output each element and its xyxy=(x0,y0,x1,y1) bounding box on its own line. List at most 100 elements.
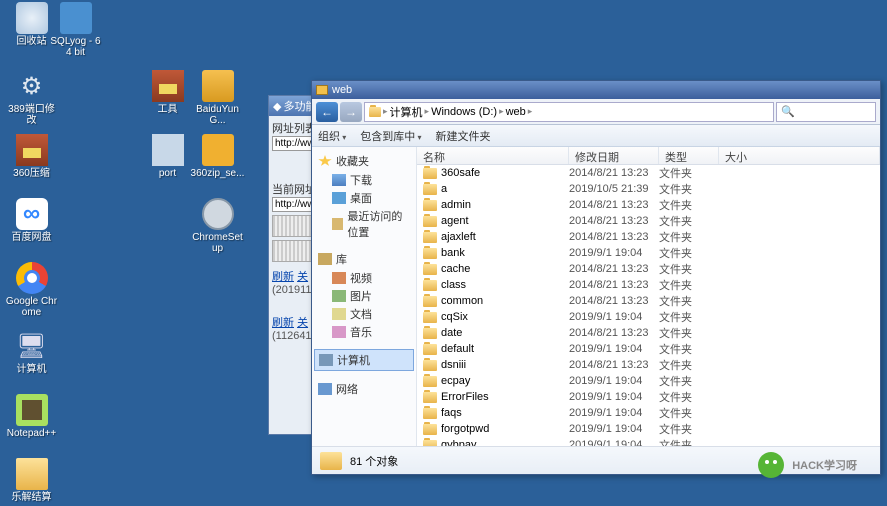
file-date: 2014/8/21 13:23 xyxy=(569,215,659,227)
file-row[interactable]: default2019/9/1 19:04文件夹 xyxy=(417,341,880,357)
computer-icon: 🖥 xyxy=(16,330,48,362)
nav-pictures[interactable]: 图片 xyxy=(314,287,414,305)
file-row[interactable]: ErrorFiles2019/9/1 19:04文件夹 xyxy=(417,389,880,405)
desktop-icon xyxy=(332,192,346,204)
file-name: forgotpwd xyxy=(441,423,489,435)
breadcrumb-item[interactable]: web xyxy=(506,106,526,118)
nav-music[interactable]: 音乐 xyxy=(314,323,414,341)
file-row[interactable]: cache2014/8/21 13:23文件夹 xyxy=(417,261,880,277)
file-row[interactable]: bank2019/9/1 19:04文件夹 xyxy=(417,245,880,261)
breadcrumb-item[interactable]: Windows (D:) xyxy=(431,106,497,118)
file-row[interactable]: ajaxleft2014/8/21 13:23文件夹 xyxy=(417,229,880,245)
nav-documents[interactable]: 文档 xyxy=(314,305,414,323)
file-date: 2014/8/21 13:23 xyxy=(569,359,659,371)
refresh-link[interactable]: 刷新 xyxy=(272,268,294,284)
wechat-icon xyxy=(758,452,784,478)
favorites-header[interactable]: 收藏夹 xyxy=(314,151,414,171)
desktop-icon-port-fix[interactable]: ⚙389端口修改 xyxy=(4,70,59,126)
file-row[interactable]: admin2014/8/21 13:23文件夹 xyxy=(417,197,880,213)
search-input[interactable]: 🔍 xyxy=(776,102,876,122)
file-name: 360safe xyxy=(441,167,480,179)
col-date[interactable]: 修改日期 xyxy=(569,147,659,164)
breadcrumb-item[interactable]: 计算机 xyxy=(390,104,423,120)
folder-icon xyxy=(423,264,437,275)
col-type[interactable]: 类型 xyxy=(659,147,719,164)
desktop-icon-notepadpp[interactable]: Notepad++ xyxy=(4,394,59,439)
file-row[interactable]: date2014/8/21 13:23文件夹 xyxy=(417,325,880,341)
forward-button[interactable]: → xyxy=(340,102,362,122)
desktop-icon-360zip-se[interactable]: 360zip_se... xyxy=(190,134,245,179)
desktop-icon-baidu-disk[interactable]: ∞百度网盘 xyxy=(4,198,59,243)
file-list[interactable]: 360safe2014/8/21 13:23文件夹a2019/10/5 21:3… xyxy=(417,165,880,446)
file-row[interactable]: dsniii2014/8/21 13:23文件夹 xyxy=(417,357,880,373)
refresh-link-2[interactable]: 刷新 xyxy=(272,314,294,330)
icon-label: 乐解结算 xyxy=(4,492,59,503)
file-row[interactable]: 360safe2014/8/21 13:23文件夹 xyxy=(417,165,880,181)
nav-recent[interactable]: 最近访问的位置 xyxy=(314,207,414,241)
file-date: 2019/9/1 19:04 xyxy=(569,439,659,446)
file-name: ecpay xyxy=(441,375,470,387)
picture-icon xyxy=(332,290,346,302)
nav-desktop[interactable]: 桌面 xyxy=(314,189,414,207)
close-link-2[interactable]: 关 xyxy=(297,314,308,330)
file-date: 2019/9/1 19:04 xyxy=(569,391,659,403)
computer-icon xyxy=(319,354,333,366)
icon-label: 360zip_se... xyxy=(190,168,245,179)
chrome-icon xyxy=(16,262,48,294)
desktop-icon-chrome[interactable]: Google Chrome xyxy=(4,262,59,318)
file-date: 2019/9/1 19:04 xyxy=(569,423,659,435)
back-button[interactable]: ← xyxy=(316,102,338,122)
libraries-header[interactable]: 库 xyxy=(314,249,414,269)
file-date: 2019/9/1 19:04 xyxy=(569,375,659,387)
new-folder-button[interactable]: 新建文件夹 xyxy=(436,128,491,144)
breadcrumb[interactable]: ▸ 计算机 ▸ Windows (D:) ▸ web ▸ xyxy=(364,102,774,122)
file-row[interactable]: forgotpwd2019/9/1 19:04文件夹 xyxy=(417,421,880,437)
folder-icon xyxy=(369,107,381,117)
file-row[interactable]: gybpay2019/9/1 19:04文件夹 xyxy=(417,437,880,446)
nav-downloads[interactable]: 下载 xyxy=(314,171,414,189)
col-size[interactable]: 大小 xyxy=(719,147,880,164)
network-header[interactable]: 网络 xyxy=(314,379,414,399)
desktop-icon-tools[interactable]: 工具 xyxy=(140,70,195,115)
close-link[interactable]: 关 xyxy=(297,268,308,284)
file-row[interactable]: faqs2019/9/1 19:04文件夹 xyxy=(417,405,880,421)
organize-button[interactable]: 组织 xyxy=(318,128,346,144)
file-name: ajaxleft xyxy=(441,231,476,243)
desktop-icon-computer[interactable]: 🖥计算机 xyxy=(4,330,59,375)
desktop-icon-lejie[interactable]: 乐解结算 xyxy=(4,458,59,503)
file-row[interactable]: a2019/10/5 21:39文件夹 xyxy=(417,181,880,197)
icon-label: SQLyog - 64 bit xyxy=(48,36,103,58)
file-date: 2014/8/21 13:23 xyxy=(569,279,659,291)
file-row[interactable]: cqSix2019/9/1 19:04文件夹 xyxy=(417,309,880,325)
col-name[interactable]: 名称 xyxy=(417,147,569,164)
port-fix-icon: ⚙ xyxy=(16,70,48,102)
desktop-icon-port[interactable]: port xyxy=(140,134,195,179)
file-row[interactable]: class2014/8/21 13:23文件夹 xyxy=(417,277,880,293)
desktop-icon-sqlyog[interactable]: SQLyog - 64 bit xyxy=(48,2,103,58)
folder-icon xyxy=(423,360,437,371)
icon-label: port xyxy=(140,168,195,179)
file-row[interactable]: agent2014/8/21 13:23文件夹 xyxy=(417,213,880,229)
desktop-icon-baiduyun[interactable]: BaiduYunG... xyxy=(190,70,245,126)
folder-icon xyxy=(316,85,328,95)
include-library-button[interactable]: 包含到库中 xyxy=(360,128,421,144)
tools-icon xyxy=(152,70,184,102)
computer-header[interactable]: 计算机 xyxy=(314,349,414,371)
file-row[interactable]: common2014/8/21 13:23文件夹 xyxy=(417,293,880,309)
window-titlebar[interactable]: web xyxy=(312,81,880,99)
desktop-icon-360zip[interactable]: 360压缩 xyxy=(4,134,59,179)
folder-icon xyxy=(423,440,437,447)
icon-label: 工具 xyxy=(140,104,195,115)
desktop-icon-chrome-setup[interactable]: ChromeSetup xyxy=(190,198,245,254)
folder-icon xyxy=(423,216,437,227)
file-name: class xyxy=(441,279,466,291)
file-type: 文件夹 xyxy=(659,437,719,446)
file-row[interactable]: ecpay2019/9/1 19:04文件夹 xyxy=(417,373,880,389)
file-date: 2014/8/21 13:23 xyxy=(569,199,659,211)
star-icon xyxy=(318,155,332,167)
recycle-bin-icon xyxy=(16,2,48,34)
address-bar: ← → ▸ 计算机 ▸ Windows (D:) ▸ web ▸ 🔍 xyxy=(312,99,880,125)
file-date: 2019/9/1 19:04 xyxy=(569,343,659,355)
nav-video[interactable]: 视频 xyxy=(314,269,414,287)
icon-label: Notepad++ xyxy=(4,428,59,439)
